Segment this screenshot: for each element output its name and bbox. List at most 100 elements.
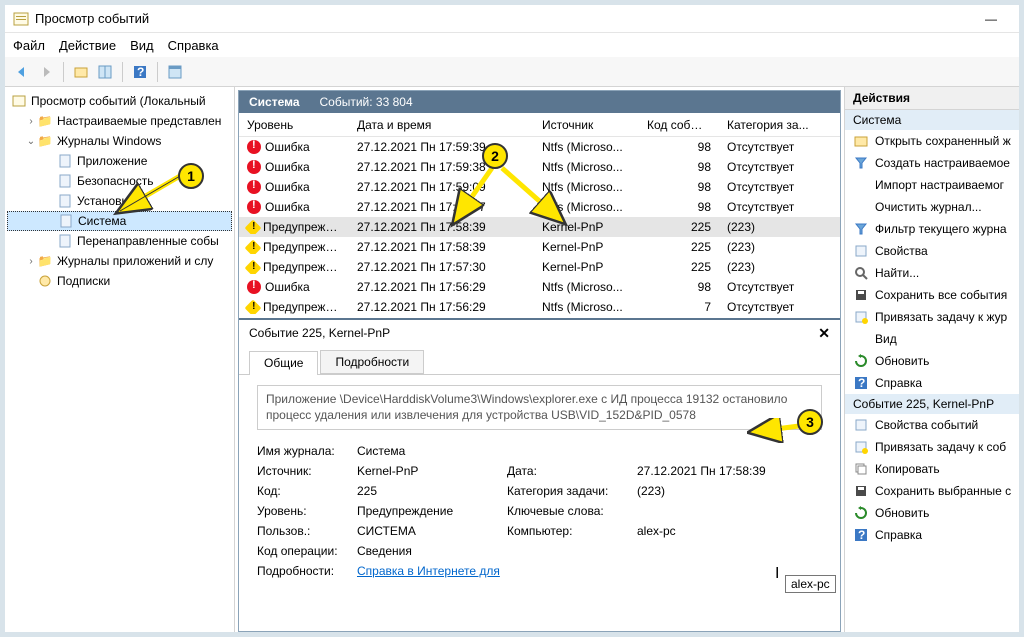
action-item[interactable]: Обновить [845, 502, 1019, 524]
columns-button[interactable] [94, 61, 116, 83]
col-date[interactable]: Дата и время [349, 118, 534, 132]
action-icon [853, 353, 869, 369]
error-icon [247, 180, 261, 194]
action-item[interactable]: ?Справка [845, 372, 1019, 394]
menu-action[interactable]: Действие [59, 38, 116, 53]
action-icon [853, 417, 869, 433]
action-item[interactable]: Привязать задачу к жур [845, 306, 1019, 328]
event-properties: Имя журнала:Система Источник:Kernel-PnPД… [257, 444, 822, 578]
marker-3: 3 [797, 409, 823, 435]
eventviewer-icon [11, 93, 27, 109]
table-row[interactable]: Предупреждение27.12.2021 Пн 17:57:30Kern… [239, 257, 840, 277]
arrow-2 [447, 163, 577, 233]
col-id[interactable]: Код события [639, 118, 719, 132]
actions-header: Действия [845, 87, 1019, 110]
tree-app-services[interactable]: ›📁Журналы приложений и слу [7, 251, 232, 271]
table-row[interactable]: Предупреждение27.12.2021 Пн 17:56:29Ntfs… [239, 297, 840, 317]
col-category[interactable]: Категория за... [719, 118, 819, 132]
table-row[interactable]: Предупреждение27.12.2021 Пн 17:58:39Kern… [239, 237, 840, 257]
log-icon [57, 153, 73, 169]
action-icon: ? [853, 527, 869, 543]
action-item[interactable]: Копировать [845, 458, 1019, 480]
col-level[interactable]: Уровень [239, 118, 349, 132]
action-icon [853, 265, 869, 281]
back-button[interactable] [11, 61, 33, 83]
action-item[interactable]: Привязать задачу к соб [845, 436, 1019, 458]
log-icon [58, 213, 74, 229]
error-icon [247, 200, 261, 214]
props-button[interactable] [164, 61, 186, 83]
action-item[interactable]: Найти... [845, 262, 1019, 284]
action-icon [853, 461, 869, 477]
event-message: Приложение \Device\HarddiskVolume3\Windo… [257, 385, 822, 430]
action-item[interactable]: Вид [845, 328, 1019, 350]
toolbar: ? [5, 57, 1019, 87]
col-source[interactable]: Источник [534, 118, 639, 132]
warning-icon [245, 220, 262, 234]
online-help-link[interactable]: Справка в Интернете для [357, 564, 500, 578]
action-icon [853, 331, 869, 347]
action-icon [853, 309, 869, 325]
action-item[interactable]: Импорт настраиваемог [845, 174, 1019, 196]
menu-file[interactable]: Файл [13, 38, 45, 53]
action-item[interactable]: Сохранить все события [845, 284, 1019, 306]
svg-text:?: ? [858, 376, 865, 390]
log-icon [57, 173, 73, 189]
marker-1: 1 [178, 163, 204, 189]
folder-button[interactable] [70, 61, 92, 83]
menubar: Файл Действие Вид Справка [5, 33, 1019, 57]
action-icon [853, 243, 869, 259]
marker-2: 2 [482, 143, 508, 169]
titlebar: Просмотр событий — [5, 5, 1019, 33]
action-item[interactable]: Фильтр текущего журна [845, 218, 1019, 240]
error-icon [247, 280, 261, 294]
table-row[interactable]: Ошибка27.12.2021 Пн 17:59:39Ntfs (Micros… [239, 137, 840, 157]
actions-group-system: Система [845, 110, 1019, 130]
action-item[interactable]: Свойства [845, 240, 1019, 262]
action-item[interactable]: ?Справка [845, 524, 1019, 546]
action-icon [853, 155, 869, 171]
action-item[interactable]: Обновить [845, 350, 1019, 372]
tab-general[interactable]: Общие [249, 351, 318, 375]
svg-text:?: ? [858, 528, 865, 542]
minimize-button[interactable]: — [971, 12, 1011, 26]
tooltip: alex-pc [785, 575, 836, 593]
close-icon[interactable]: ✕ [818, 325, 830, 342]
action-icon [853, 287, 869, 303]
folder-icon: 📁 [37, 253, 53, 269]
action-icon [853, 221, 869, 237]
error-icon [247, 160, 261, 174]
action-item[interactable]: Очистить журнал... [845, 196, 1019, 218]
menu-help[interactable]: Справка [168, 38, 219, 53]
detail-title: Событие 225, Kernel-PnP [249, 326, 390, 340]
warning-icon [245, 260, 262, 274]
action-icon [853, 199, 869, 215]
action-item[interactable]: Открыть сохраненный ж [845, 130, 1019, 152]
detail-panel: Событие 225, Kernel-PnP ✕ Общие Подробно… [239, 318, 840, 631]
action-icon [853, 505, 869, 521]
action-item[interactable]: Свойства событий [845, 414, 1019, 436]
main-header: Система Событий: 33 804 [239, 91, 840, 113]
tab-details[interactable]: Подробности [320, 350, 424, 374]
help-button[interactable]: ? [129, 61, 151, 83]
folder-icon: 📁 [37, 113, 53, 129]
actions-panel: Действия Система Открыть сохраненный жСо… [844, 87, 1019, 632]
eventviewer-icon [13, 11, 29, 27]
table-row[interactable]: Ошибка27.12.2021 Пн 17:56:29Ntfs (Micros… [239, 277, 840, 297]
folder-icon: 📁 [37, 133, 53, 149]
window-title: Просмотр событий [35, 11, 971, 26]
tree-subscriptions[interactable]: Подписки [7, 271, 232, 291]
action-item[interactable]: Создать настраиваемое [845, 152, 1019, 174]
action-item[interactable]: Сохранить выбранные с [845, 480, 1019, 502]
text-cursor-icon: I [775, 565, 779, 583]
action-icon [853, 439, 869, 455]
error-icon [247, 140, 261, 154]
log-icon [57, 233, 73, 249]
tree-root[interactable]: Просмотр событий (Локальный [7, 91, 232, 111]
tree-custom-views[interactable]: ›📁Настраиваемые представлен [7, 111, 232, 131]
tree-forwarded[interactable]: Перенаправленные собы [7, 231, 232, 251]
menu-view[interactable]: Вид [130, 38, 154, 53]
forward-button[interactable] [35, 61, 57, 83]
tree-windows-logs[interactable]: ⌄📁Журналы Windows [7, 131, 232, 151]
action-icon [853, 483, 869, 499]
